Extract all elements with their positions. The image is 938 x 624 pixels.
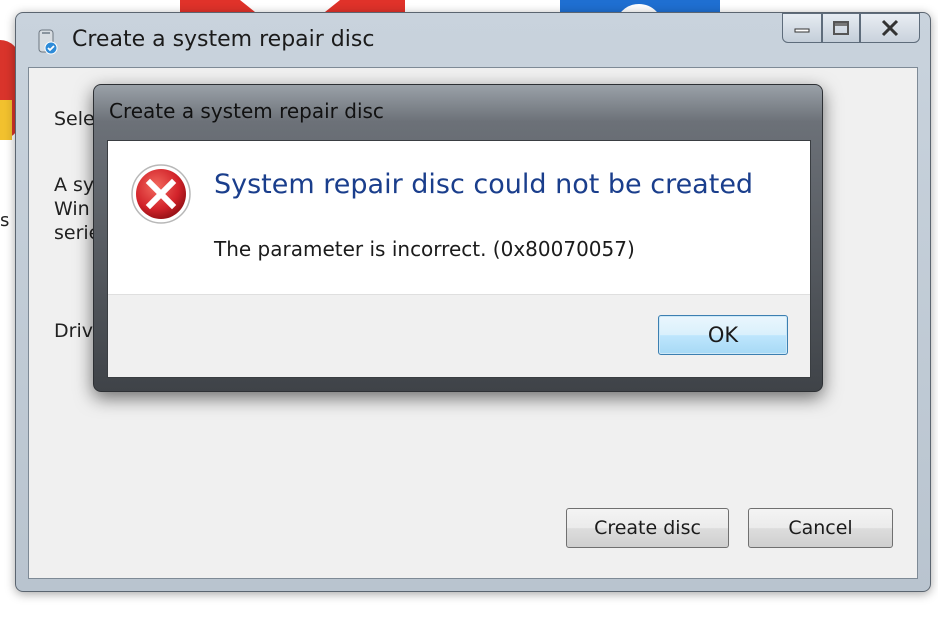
window-title: Create a system repair disc: [72, 27, 375, 52]
dialog-content: System repair disc could not be created …: [107, 140, 811, 378]
ok-button[interactable]: OK: [658, 315, 788, 355]
error-icon: [131, 164, 191, 224]
close-button[interactable]: [860, 13, 920, 43]
repair-disc-icon: [38, 29, 58, 55]
minimize-button[interactable]: [782, 13, 822, 43]
minimize-icon: [794, 28, 810, 33]
close-icon: [881, 19, 899, 37]
error-dialog: Create a system repair disc System repai…: [93, 84, 823, 392]
maximize-button[interactable]: [822, 13, 860, 43]
create-disc-button[interactable]: Create disc: [566, 508, 729, 548]
background-text: s: [0, 210, 10, 231]
select-instruction-text: Sele: [54, 108, 95, 130]
drive-label: Driv: [54, 320, 93, 342]
maximize-icon: [833, 21, 849, 35]
dialog-footer: OK: [108, 294, 810, 377]
error-message: The parameter is incorrect. (0x80070057): [214, 237, 635, 261]
dialog-title: Create a system repair disc: [109, 99, 384, 123]
background-app-icon-detail: [0, 100, 12, 140]
description-line-1: A sy: [54, 174, 95, 196]
cancel-button[interactable]: Cancel: [748, 508, 893, 548]
description-line-2: Win: [54, 198, 90, 220]
error-heading: System repair disc could not be created: [214, 169, 754, 200]
window-controls: [782, 13, 920, 45]
